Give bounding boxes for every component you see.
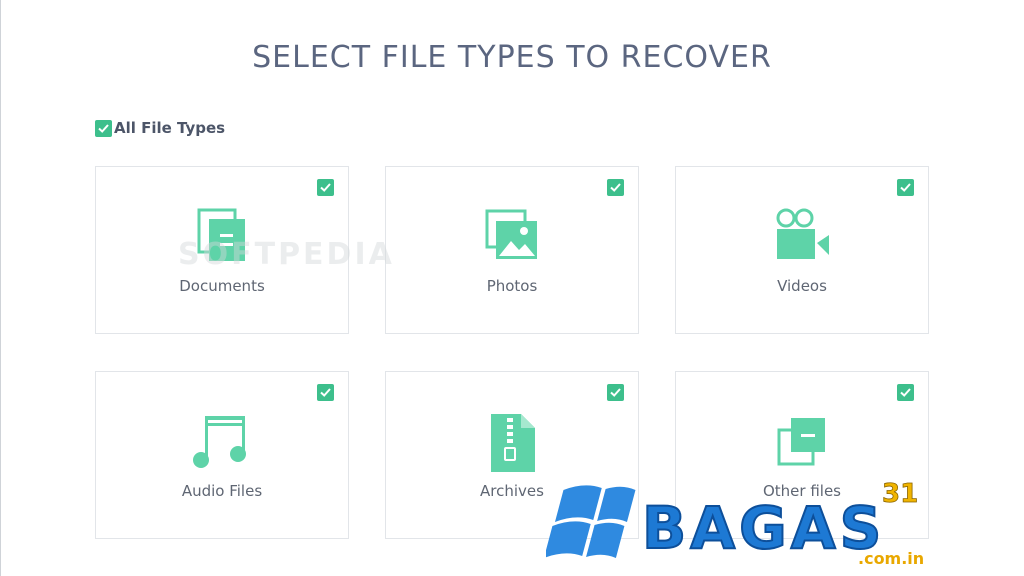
window-left-border [0, 0, 1, 576]
music-note-icon [193, 416, 246, 468]
file-type-card-photos[interactable]: Photos [385, 166, 639, 334]
logo-domain: .com.in [858, 549, 924, 568]
file-type-label: Videos [777, 277, 827, 295]
file-type-label: Photos [486, 277, 538, 295]
page-title: SELECT FILE TYPES TO RECOVER [252, 40, 772, 75]
video-camera-icon [776, 208, 829, 259]
checkbox-checked-icon[interactable] [317, 179, 334, 196]
other-files-icon [777, 418, 825, 466]
checkbox-checked-icon[interactable] [607, 179, 624, 196]
file-type-label: Documents [179, 277, 265, 295]
logo-number: 31 [882, 479, 918, 509]
logo-text: BAGAS [642, 494, 885, 562]
file-type-label: Audio Files [181, 482, 263, 500]
photo-icon [485, 209, 537, 259]
bagas31-watermark-logo: BAGAS 31 .com.in [546, 479, 924, 568]
file-type-card-videos[interactable]: Videos [675, 166, 929, 334]
archive-icon [491, 414, 535, 472]
checkbox-checked-icon[interactable] [897, 179, 914, 196]
checkbox-checked-icon[interactable] [95, 119, 112, 137]
checkbox-checked-icon[interactable] [897, 384, 914, 401]
file-type-card-audio-files[interactable]: Audio Files [95, 371, 349, 539]
all-file-types-checkbox[interactable]: All File Types [95, 119, 225, 137]
all-file-types-label: All File Types [114, 119, 226, 137]
softpedia-watermark: SOFTPEDIA [178, 237, 395, 272]
checkbox-checked-icon[interactable] [317, 384, 334, 401]
checkbox-checked-icon[interactable] [607, 384, 624, 401]
